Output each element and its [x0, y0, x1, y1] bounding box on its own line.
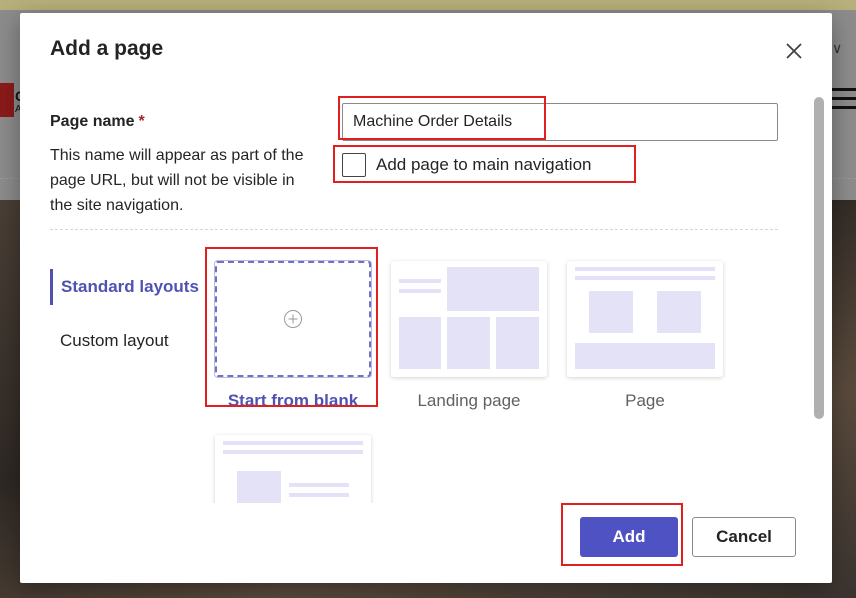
site-logo — [0, 83, 14, 117]
template-landing-page[interactable]: Landing page — [391, 261, 547, 411]
main-navigation-checkbox-label[interactable]: Add page to main navigation — [376, 155, 592, 175]
dialog-title: Add a page — [50, 37, 164, 60]
page-name-label-text: Page name — [50, 113, 135, 130]
template-page[interactable]: Page — [567, 261, 723, 411]
page-name-label: Page name * — [50, 113, 145, 131]
add-button[interactable]: Add — [580, 517, 678, 557]
add-page-dialog: Add a page Page name * This name will app… — [20, 13, 832, 583]
dialog-header: Add a page — [20, 13, 832, 83]
template-thumbnail-page[interactable] — [567, 261, 723, 377]
page-name-input[interactable] — [342, 103, 778, 141]
main-navigation-checkbox-row[interactable]: Add page to main navigation — [342, 153, 592, 177]
dialog-body: Page name * This name will appear as part… — [20, 83, 820, 503]
chevron-down-icon[interactable]: ∨ — [832, 40, 842, 57]
page-name-description: This name will appear as part of the pag… — [50, 147, 304, 214]
template-thumbnail-landing[interactable] — [391, 261, 547, 377]
plus-circle-icon — [284, 310, 302, 328]
template-start-from-blank[interactable]: Start from blank — [215, 261, 371, 411]
section-divider — [50, 229, 778, 230]
background-top-bar — [0, 0, 856, 10]
template-label-page[interactable]: Page — [567, 391, 723, 411]
tab-custom-layout[interactable]: Custom layout — [50, 323, 200, 359]
template-thumbnail-article[interactable] — [215, 435, 371, 503]
dialog-scrollbar[interactable] — [814, 97, 824, 419]
template-thumbnail-blank[interactable] — [215, 261, 371, 377]
template-article[interactable] — [215, 435, 371, 503]
template-label-landing[interactable]: Landing page — [391, 391, 547, 411]
layout-nav: Standard layouts Custom layout — [50, 269, 200, 377]
dialog-footer: Add Cancel — [20, 503, 832, 583]
cancel-button[interactable]: Cancel — [692, 517, 796, 557]
required-marker: * — [138, 113, 145, 130]
template-label-blank[interactable]: Start from blank — [215, 391, 371, 411]
close-icon[interactable] — [782, 39, 806, 63]
hamburger-icon[interactable] — [832, 88, 856, 115]
main-navigation-checkbox[interactable] — [342, 153, 366, 177]
tab-standard-layouts[interactable]: Standard layouts — [50, 269, 200, 305]
